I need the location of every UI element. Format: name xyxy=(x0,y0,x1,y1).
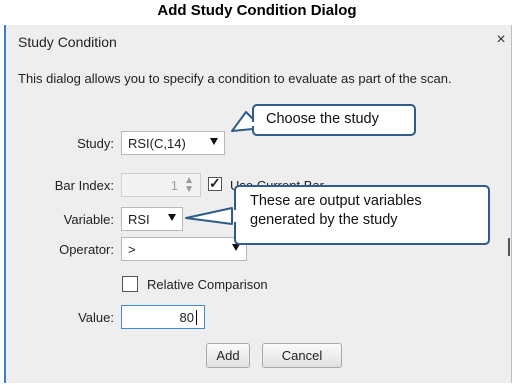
operator-label: Operator: xyxy=(59,242,114,257)
scrollbar-edge xyxy=(508,238,510,256)
operator-select[interactable]: > xyxy=(121,237,247,261)
bar-index-spinner: 1 ▲ ▼ xyxy=(121,173,201,197)
variable-label: Variable: xyxy=(63,212,114,227)
relative-comparison-label: Relative Comparison xyxy=(147,277,268,292)
study-select[interactable]: RSI(C,14) xyxy=(121,131,225,155)
chevron-down-icon xyxy=(232,244,240,251)
relative-comparison-checkbox[interactable] xyxy=(122,276,138,292)
figure-caption: Add Study Condition Dialog xyxy=(157,2,357,19)
study-label: Study: xyxy=(77,136,114,151)
close-icon[interactable]: × xyxy=(493,31,509,49)
checkmark-icon: ✓ xyxy=(209,175,221,191)
dialog-titlebar[interactable]: Study Condition × xyxy=(6,25,511,55)
text-caret xyxy=(196,310,197,325)
value-input-text: 80 xyxy=(179,310,194,325)
add-button[interactable]: Add xyxy=(206,343,250,368)
study-select-value: RSI(C,14) xyxy=(128,136,186,151)
dialog-description: This dialog allows you to specify a cond… xyxy=(18,71,452,86)
chevron-down-icon xyxy=(210,138,218,145)
use-current-bar-checkbox[interactable]: ✓ xyxy=(208,175,222,191)
operator-select-value: > xyxy=(128,242,136,257)
study-callout: Choose the study xyxy=(252,104,416,136)
dialog-title: Study Condition xyxy=(18,34,117,50)
variable-select-value: RSI xyxy=(128,212,150,227)
value-input[interactable]: 80 xyxy=(121,305,205,329)
cancel-button[interactable]: Cancel xyxy=(262,343,342,368)
bar-index-value: 1 xyxy=(170,178,178,193)
chevron-down-icon xyxy=(168,214,176,221)
spinner-arrows-icon: ▲ ▼ xyxy=(184,175,194,195)
variable-callout: These are output variables generated by … xyxy=(234,185,490,245)
variable-select[interactable]: RSI xyxy=(121,207,183,231)
bar-index-label: Bar Index: xyxy=(54,178,114,193)
value-label: Value: xyxy=(78,310,114,325)
